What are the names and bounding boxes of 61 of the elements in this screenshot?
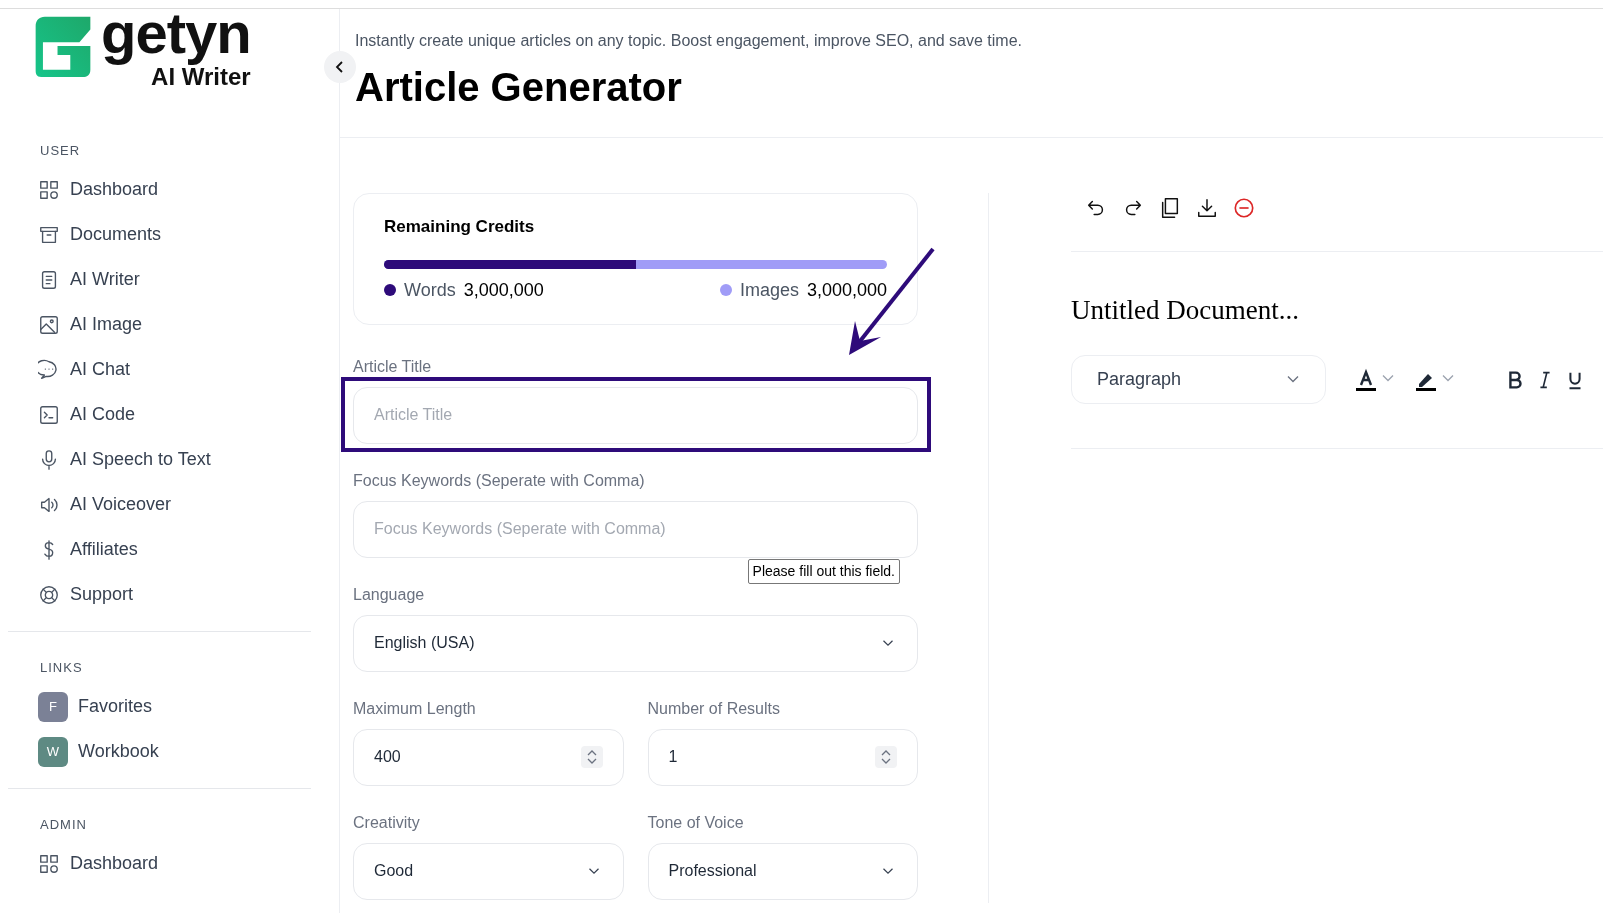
field-label: Language xyxy=(353,584,425,605)
sidebar-item[interactable]: Documents xyxy=(8,212,331,257)
sidebar-item[interactable]: Dashboard xyxy=(8,841,331,886)
text-color-icon xyxy=(1354,368,1378,392)
sidebar-item[interactable]: F Favorites xyxy=(8,684,331,729)
delete-button[interactable] xyxy=(1233,196,1255,218)
field-label: Creativity xyxy=(353,812,420,833)
sidebar-item[interactable]: AI Voiceover xyxy=(8,482,331,527)
download-button[interactable] xyxy=(1196,196,1218,218)
legend-value: 3,000,000 xyxy=(463,278,544,302)
field-label: Focus Keywords (Seperate with Comma) xyxy=(353,470,645,491)
avatar-icon: F xyxy=(38,691,68,722)
legend-label: Words xyxy=(404,278,456,302)
sidebar-item[interactable]: AI Writer xyxy=(8,257,331,302)
image-icon xyxy=(38,313,60,336)
section-heading: ADMIN xyxy=(39,816,88,834)
number-field[interactable]: 400 xyxy=(353,728,624,786)
spinner-icon xyxy=(875,746,897,768)
sidebar-item[interactable]: AI Speech to Text xyxy=(8,437,331,482)
download-icon xyxy=(1196,196,1218,220)
tooltip: Please fill out this field. xyxy=(747,558,900,584)
field-label: Article Title xyxy=(353,356,432,377)
select-field[interactable]: Good xyxy=(353,842,624,900)
field-label: Number of Results xyxy=(647,698,780,719)
credits-title: Remaining Credits xyxy=(384,216,536,238)
select-field[interactable]: English (USA) xyxy=(353,614,918,672)
format-select[interactable]: Paragraph xyxy=(1071,354,1326,404)
text-field[interactable]: Article Title xyxy=(353,386,918,444)
terminal-icon xyxy=(38,403,60,426)
minus-circle-icon xyxy=(1233,196,1255,220)
field-label: Tone of Voice xyxy=(647,812,744,833)
sidebar-item[interactable]: AI Code xyxy=(8,392,331,437)
chat-bubble-icon xyxy=(38,358,60,381)
logo-wordmark: getyn xyxy=(101,1,251,65)
sidebar-item[interactable]: Dashboard xyxy=(8,167,331,212)
sidebar-item[interactable]: W Workbook xyxy=(8,729,331,774)
legend-label: Images xyxy=(739,278,799,302)
page-subtitle: Instantly create unique articles on any topic. Boost engagement, improve SEO, and save time. xyxy=(355,31,1024,51)
section-heading: LINKS xyxy=(39,659,84,677)
sidebar-item[interactable]: Support xyxy=(8,572,331,617)
grid-icon xyxy=(38,178,60,201)
logo-icon xyxy=(33,15,93,77)
grid-icon xyxy=(38,852,60,875)
field-label: Maximum Length xyxy=(353,698,476,719)
collapse-button[interactable] xyxy=(324,51,356,83)
document-title: Untitled Document... xyxy=(1071,294,1300,327)
section-heading: USER xyxy=(39,142,82,160)
sidebar-item[interactable]: AI Image xyxy=(8,302,331,347)
spinner-icon xyxy=(580,746,603,768)
avatar-icon: W xyxy=(38,736,68,767)
sidebar-item[interactable]: Affiliates xyxy=(8,527,331,572)
text-field[interactable]: Focus Keywords (Seperate with Comma) xyxy=(353,500,918,558)
logo-tagline: AI Writer xyxy=(151,64,251,89)
page-title: Article Generator xyxy=(355,64,683,111)
lifebuoy-icon xyxy=(38,583,60,606)
number-field[interactable]: 1 xyxy=(647,728,918,786)
copy-button[interactable] xyxy=(1159,196,1181,218)
sidebar-item[interactable]: AI Chat xyxy=(8,347,331,392)
select-field[interactable]: Professional xyxy=(647,842,918,900)
copy-icon xyxy=(1159,196,1181,220)
legend-value: 3,000,000 xyxy=(806,278,887,302)
